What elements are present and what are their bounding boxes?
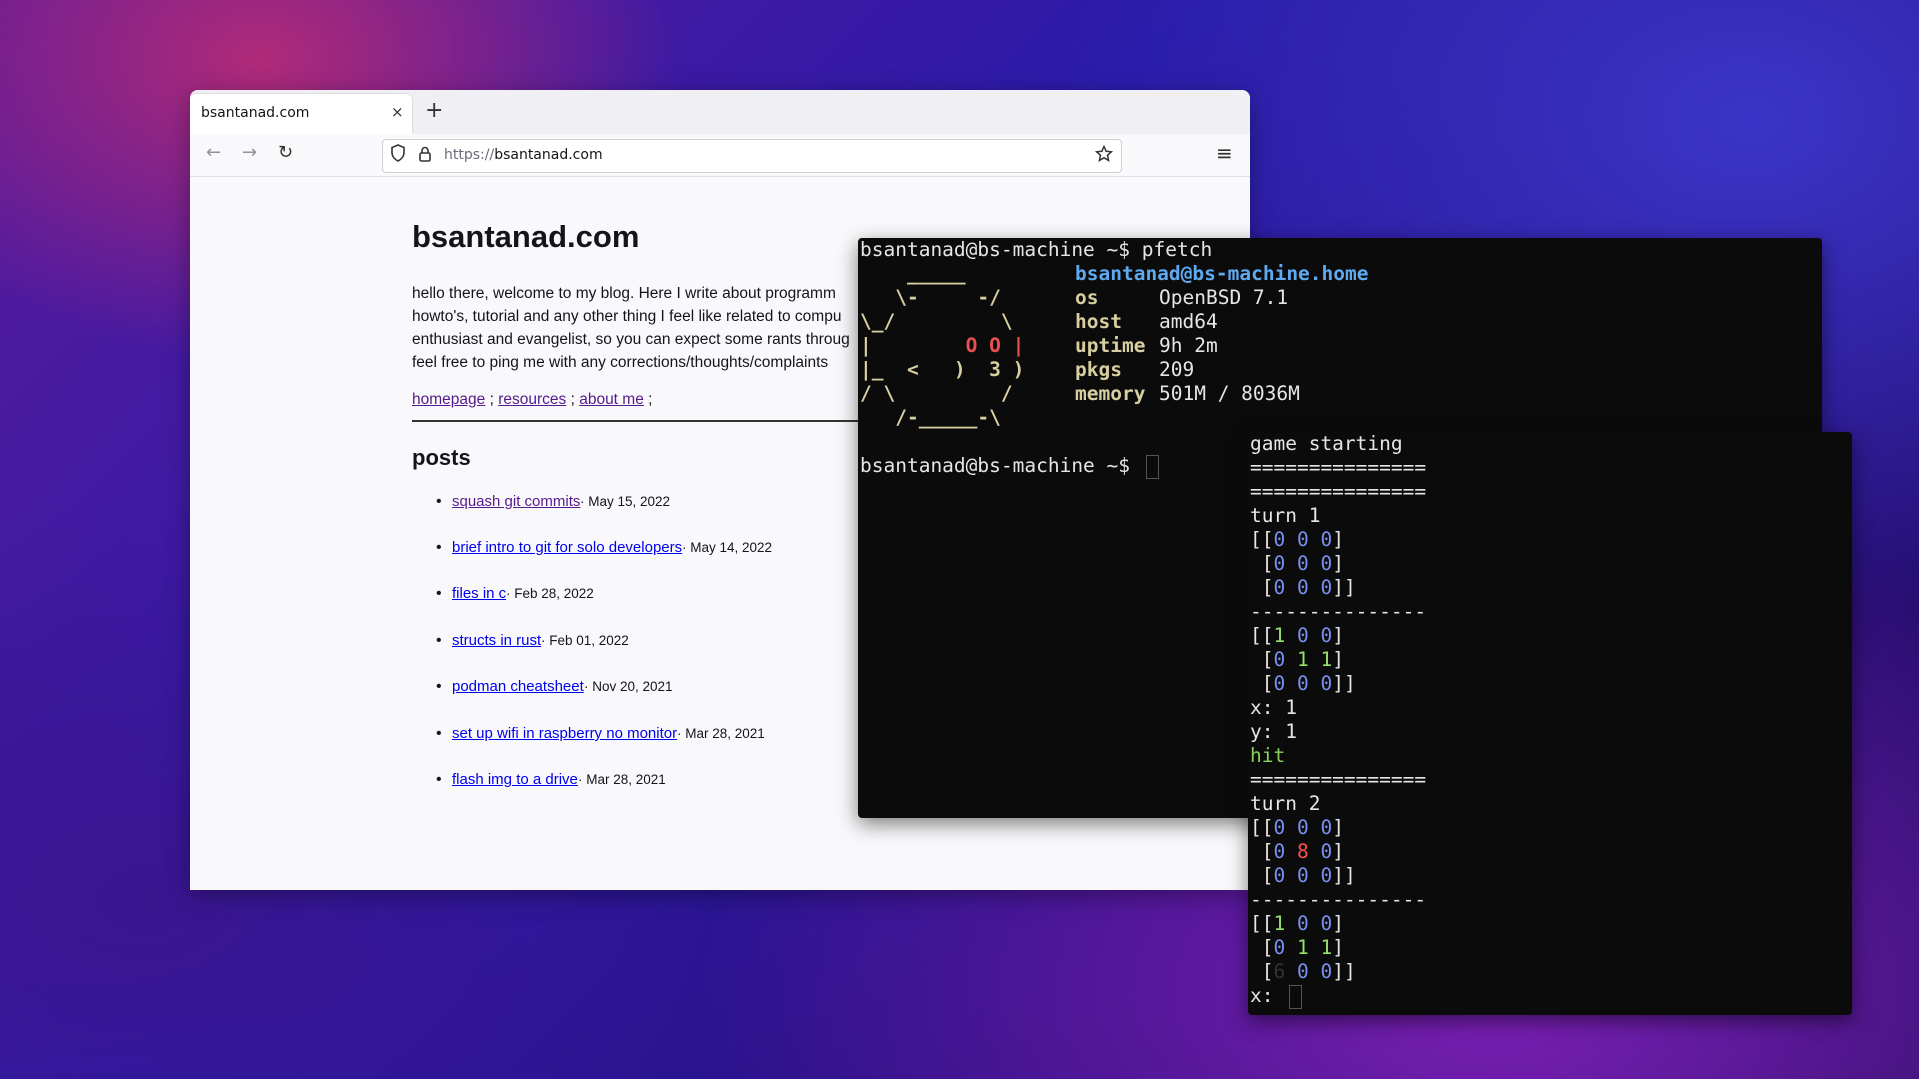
game-start-text: game starting <box>1250 432 1403 455</box>
post-date: · May 14, 2022 <box>682 540 773 555</box>
logo-line: | O O | <box>860 334 1025 357</box>
board-row: [0 0 0] <box>1250 552 1344 575</box>
x-prompt-line: x: <box>1250 984 1303 1009</box>
separator: =============== <box>1250 456 1427 479</box>
tab-title: bsantanad.com <box>201 105 310 121</box>
forward-arrow-icon[interactable]: → <box>242 142 257 163</box>
board-row: [0 1 1] <box>1250 648 1344 671</box>
close-tab-icon[interactable]: × <box>391 103 404 121</box>
board-row: [0 0 0]] <box>1250 864 1356 887</box>
terminal-game[interactable]: game starting =============== ==========… <box>1248 432 1852 1015</box>
new-tab-button[interactable]: + <box>425 98 443 123</box>
top-nav: homepage ; resources ; about me ; <box>412 391 653 408</box>
logo-line: \_/ \ <box>860 310 1013 333</box>
info-key: memory <box>1075 382 1146 405</box>
board-row: [6 0 0]] <box>1250 960 1356 983</box>
divider <box>412 420 892 422</box>
lock-icon[interactable] <box>418 146 432 166</box>
prompt-line: bsantanad@bs-machine ~$ pfetch <box>860 238 1213 261</box>
post-date: · Feb 28, 2022 <box>506 586 594 601</box>
info-value: amd64 <box>1159 310 1218 333</box>
info-key: pkgs <box>1075 358 1122 381</box>
board-row: [0 0 0]] <box>1250 576 1356 599</box>
board-row: [0 8 0] <box>1250 840 1344 863</box>
separator: --------------- <box>1250 600 1427 623</box>
post-date: · May 15, 2022 <box>580 494 671 509</box>
turn-label: turn 2 <box>1250 792 1321 815</box>
post-date: · Nov 20, 2021 <box>584 679 673 694</box>
separator: =============== <box>1250 768 1427 791</box>
tab-strip: bsantanad.com × + <box>190 90 1250 134</box>
nav-link-resources[interactable]: resources <box>498 391 566 408</box>
board-row: [[0 0 0] <box>1250 528 1344 551</box>
logo-line: \- -/ <box>860 286 1001 309</box>
url-text[interactable]: https://bsantanad.com <box>444 147 603 163</box>
nav-link-homepage[interactable]: homepage <box>412 391 485 408</box>
info-value: 9h 2m <box>1159 334 1218 357</box>
bookmark-star-icon[interactable] <box>1094 144 1114 167</box>
hamburger-menu-icon[interactable]: ≡ <box>1216 141 1233 165</box>
post-link[interactable]: squash git commits <box>452 493 580 510</box>
separator: =============== <box>1250 480 1427 503</box>
nav-link-about-me[interactable]: about me <box>579 391 644 408</box>
post-date: · Mar 28, 2021 <box>677 726 765 741</box>
info-value: 501M / 8036M <box>1159 382 1300 405</box>
board-row: [0 0 0]] <box>1250 672 1356 695</box>
cursor <box>1145 454 1159 479</box>
post-link[interactable]: structs in rust <box>452 632 541 649</box>
prompt-line: bsantanad@bs-machine ~$ <box>860 454 1159 479</box>
url-bar[interactable]: https://bsantanad.com <box>382 139 1122 173</box>
board-row: [0 1 1] <box>1250 936 1344 959</box>
post-date: · Mar 28, 2021 <box>578 772 666 787</box>
post-link[interactable]: brief intro to git for solo developers <box>452 539 682 556</box>
post-link[interactable]: set up wifi in raspberry no monitor <box>452 725 677 742</box>
reload-icon[interactable]: ↻ <box>278 142 293 163</box>
post-link[interactable]: flash img to a drive <box>452 771 578 788</box>
info-key: uptime <box>1075 334 1146 357</box>
info-key: os <box>1075 286 1099 309</box>
post-link[interactable]: files in c <box>452 585 506 602</box>
back-arrow-icon[interactable]: ← <box>206 142 221 163</box>
shield-icon[interactable] <box>390 144 406 166</box>
board-row: [[0 0 0] <box>1250 816 1344 839</box>
x-input-line: x: 1 <box>1250 696 1297 719</box>
logo-line: /-_____-\ <box>860 406 1001 429</box>
info-key: host <box>1075 310 1122 333</box>
logo-line: / \ / <box>860 382 1013 405</box>
user-host: bsantanad@bs-machine.home <box>1075 262 1369 285</box>
info-value: OpenBSD 7.1 <box>1159 286 1289 309</box>
info-value: 209 <box>1159 358 1195 381</box>
logo-line: |_ < ) 3 ) <box>860 358 1025 381</box>
post-link[interactable]: podman cheatsheet <box>452 678 584 695</box>
logo-line: _____ <box>860 262 966 285</box>
hit-text: hit <box>1250 744 1286 767</box>
page-title: bsantanad.com <box>412 219 640 254</box>
board-row: [[1 0 0] <box>1250 624 1344 647</box>
y-input-line: y: 1 <box>1250 720 1297 743</box>
post-date: · Feb 01, 2022 <box>541 633 629 648</box>
tab-bsantanad[interactable]: bsantanad.com × <box>190 94 412 134</box>
nav-bar: ← → ↻ https://bsantanad.com ≡ <box>190 134 1250 177</box>
turn-label: turn 1 <box>1250 504 1321 527</box>
posts-heading: posts <box>412 445 471 470</box>
cursor <box>1289 984 1303 1009</box>
board-row: [[1 0 0] <box>1250 912 1344 935</box>
separator: --------------- <box>1250 888 1427 911</box>
